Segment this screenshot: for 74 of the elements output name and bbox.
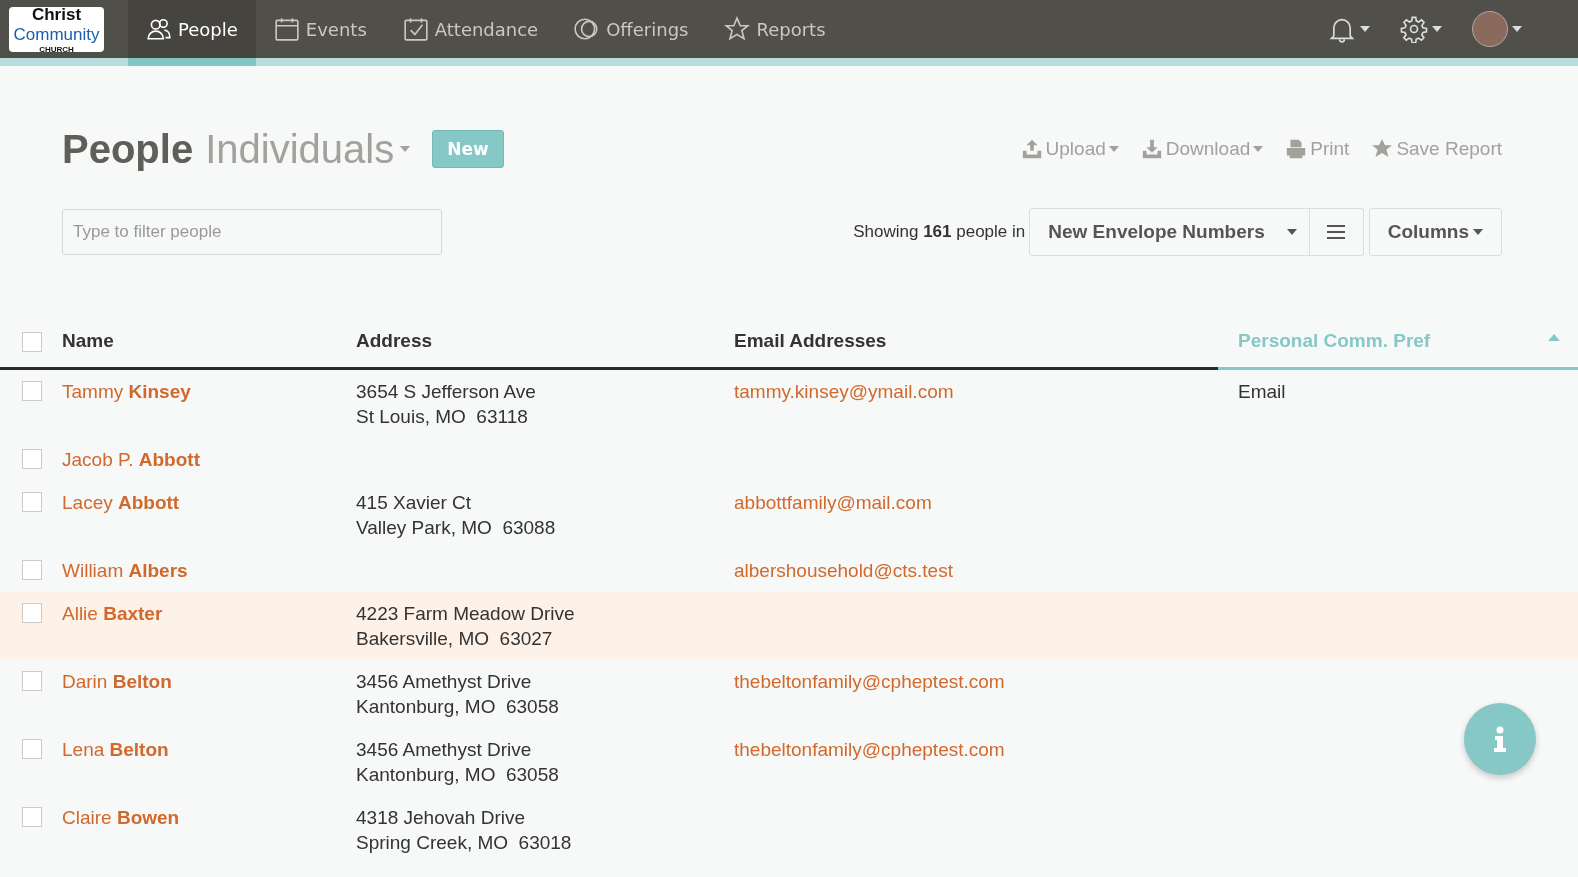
nav-tab[interactable]: Attendance [384, 0, 557, 66]
email-link[interactable]: tammy.kinsey@ymail.com [734, 381, 954, 402]
info-icon [1493, 726, 1507, 752]
caret-icon [1108, 146, 1119, 152]
person-name-link[interactable]: Darin Belton [62, 671, 172, 692]
results-summary: Showing 161 people in [853, 222, 1026, 242]
columns-dropdown[interactable]: Columns [1368, 208, 1502, 256]
upload-icon [1020, 138, 1043, 160]
row-checkbox[interactable] [22, 492, 42, 512]
checked-calendar-icon [402, 16, 429, 42]
info-button[interactable] [1464, 703, 1536, 775]
filter-field[interactable]: Type to filter people [62, 209, 442, 255]
nav-tab[interactable]: Reports [706, 0, 844, 66]
address-cell-text: 3456 Amethyst Drive Kantonburg, MO 63058 [356, 738, 560, 787]
action-link[interactable]: Download [1140, 138, 1264, 160]
person-name-link[interactable]: Lena Belton [62, 739, 169, 760]
person-name-link[interactable]: Tammy Kinsey [62, 381, 191, 402]
caret-icon [400, 146, 411, 152]
list-menu-button[interactable] [1309, 208, 1364, 256]
page-title: People [62, 126, 194, 172]
email-link[interactable]: abbottfamily@mail.com [734, 492, 932, 513]
row-checkbox[interactable] [22, 449, 42, 469]
row-checkbox[interactable] [22, 381, 42, 401]
caret-icon [1360, 26, 1370, 32]
table-cell: Email [1238, 381, 1286, 402]
action-link[interactable]: Save Report [1371, 138, 1502, 160]
menu-icon [1327, 224, 1346, 240]
view-dropdown[interactable]: Individuals [205, 126, 411, 172]
row-checkbox[interactable] [22, 671, 42, 691]
email-link[interactable]: albershousehold@cts.test [734, 560, 953, 581]
nav-tab[interactable]: Events [255, 0, 385, 66]
address-cell-text: 4223 Farm Meadow Drive Bakersville, MO 63027 [356, 602, 576, 651]
caret-icon [1512, 26, 1522, 32]
person-name-link[interactable]: William Albers [62, 560, 188, 581]
church-logo[interactable]: Christ Community CHURCH [9, 7, 104, 52]
select-all-checkbox[interactable] [22, 331, 42, 352]
sort-ascending-icon [1548, 333, 1560, 341]
action-link[interactable]: Upload [1020, 138, 1119, 160]
column-header[interactable]: Name [62, 329, 114, 352]
download-icon [1140, 138, 1163, 160]
caret-icon [1432, 26, 1442, 32]
caret-icon [1286, 229, 1297, 235]
column-header[interactable]: Email Addresses [734, 329, 887, 352]
nav-tab[interactable]: People [128, 0, 256, 66]
person-name-link[interactable]: Jacob P. Abbott [62, 449, 200, 470]
row-checkbox[interactable] [22, 603, 42, 623]
action-link[interactable]: Print [1285, 138, 1350, 160]
nav-tab[interactable]: Offerings [556, 0, 707, 66]
row-checkbox[interactable] [22, 739, 42, 759]
row-checkbox[interactable] [22, 560, 42, 580]
column-header[interactable]: Address [356, 329, 433, 352]
settings-icon [1400, 15, 1428, 43]
caret-icon [1473, 229, 1483, 235]
star-icon [724, 16, 751, 42]
address-cell-text: 3654 S Jefferson Ave St Louis, MO 63118 [356, 380, 537, 429]
address-cell-text: 3456 Amethyst Drive Kantonburg, MO 63058 [356, 670, 560, 719]
person-name-link[interactable]: Claire Bowen [62, 807, 180, 828]
list-dropdown[interactable]: New Envelope Numbers [1029, 208, 1310, 256]
new-button[interactable]: New [432, 130, 504, 168]
column-header[interactable]: Personal Comm. Pref [1238, 329, 1431, 352]
settings-button[interactable] [1400, 15, 1442, 43]
caret-icon [1253, 146, 1264, 152]
calendar-icon [273, 16, 300, 42]
person-name-link[interactable]: Lacey Abbott [62, 492, 180, 513]
row-checkbox[interactable] [22, 807, 42, 827]
person-name-link[interactable]: Allie Baxter [62, 603, 163, 624]
print-icon [1285, 138, 1308, 160]
address-cell-text: 415 Xavier Ct Valley Park, MO 63088 [356, 491, 557, 540]
avatar [1472, 11, 1508, 47]
email-link[interactable]: thebeltonfamily@cpheptest.com [734, 739, 1005, 760]
address-cell-text: 4318 Jehovah Drive Spring Creek, MO 63018 [356, 806, 573, 855]
people-icon [146, 16, 172, 42]
email-link[interactable]: thebeltonfamily@cpheptest.com [734, 671, 1005, 692]
user-menu-button[interactable] [1472, 11, 1522, 47]
